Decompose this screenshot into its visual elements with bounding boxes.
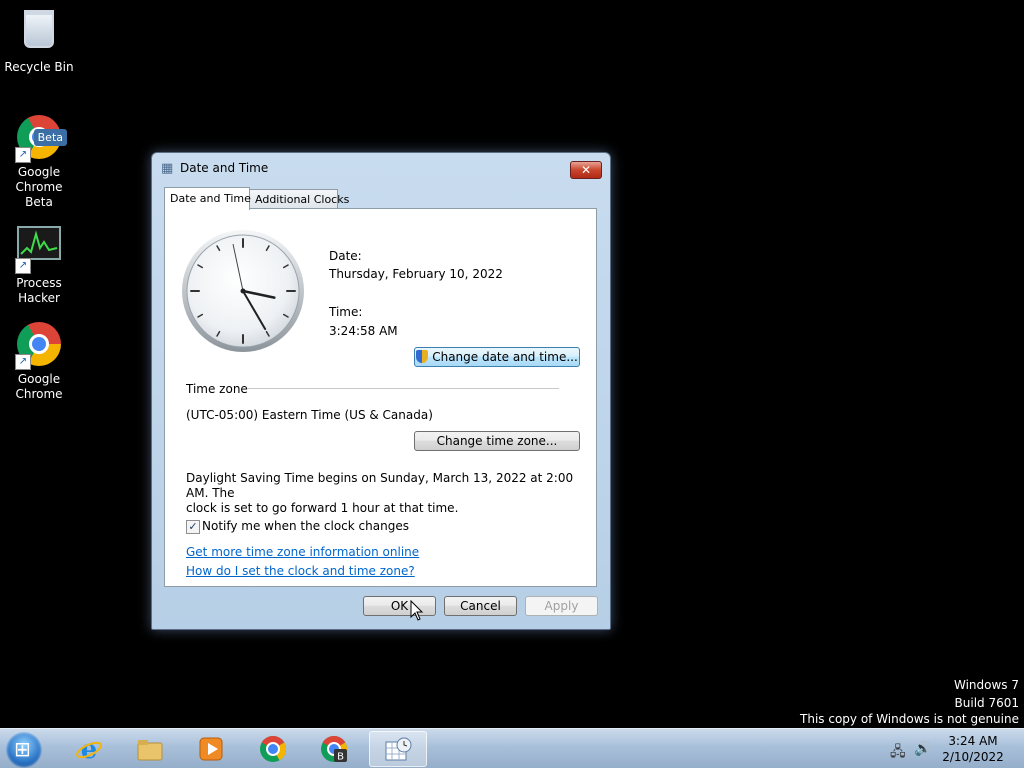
- date-and-time-dialog: ▦ Date and Time ✕ Date and Time Addition…: [151, 152, 611, 630]
- change-time-zone-button[interactable]: Change time zone...: [414, 431, 580, 451]
- shortcut-arrow-icon: ↗: [15, 147, 31, 163]
- link-how-to-set-clock[interactable]: How do I set the clock and time zone?: [186, 564, 415, 578]
- svg-text:e: e: [81, 735, 98, 763]
- calendar-clock-icon: ▦: [161, 161, 174, 176]
- close-button[interactable]: ✕: [570, 161, 602, 179]
- time-value: 3:24:58 AM: [329, 324, 398, 338]
- uac-shield-icon: [416, 350, 429, 363]
- desktop-icon-label: Recycle Bin: [4, 60, 74, 74]
- timezone-value: (UTC-05:00) Eastern Time (US & Canada): [186, 408, 433, 422]
- notify-checkbox[interactable]: ✓: [186, 520, 200, 534]
- taskbar-clock[interactable]: 3:24 AM 2/10/2022: [938, 733, 1008, 765]
- shortcut-arrow-icon: ↗: [15, 258, 31, 274]
- time-label: Time:: [329, 305, 363, 319]
- notify-label[interactable]: Notify me when the clock changes: [202, 519, 409, 533]
- watermark-line-1: Windows 7: [953, 678, 1019, 692]
- apply-button[interactable]: Apply: [525, 596, 598, 616]
- change-date-time-label: Change date and time...: [432, 350, 578, 364]
- mouse-cursor-icon: [410, 600, 424, 621]
- start-button[interactable]: [6, 732, 42, 768]
- chrome-icon: [260, 735, 287, 762]
- shortcut-arrow-icon: ↗: [15, 354, 31, 370]
- watermark-line-2: Build 7601: [954, 696, 1019, 710]
- media-player-icon: [199, 737, 223, 761]
- taskbar-google-chrome[interactable]: [245, 731, 303, 767]
- watermark-line-3: This copy of Windows is not genuine: [800, 712, 1019, 726]
- tab-panel: Date: Thursday, February 10, 2022 Time: …: [164, 208, 597, 587]
- volume-icon[interactable]: 🔊: [914, 741, 931, 757]
- close-icon: ✕: [580, 163, 592, 177]
- desktop-icon-process-hacker[interactable]: ↗ Process Hacker: [0, 220, 78, 306]
- change-date-time-button[interactable]: Change date and time...: [414, 347, 580, 367]
- desktop-icon-chrome[interactable]: ↗ Google Chrome: [0, 320, 78, 402]
- taskbar-internet-explorer[interactable]: e: [61, 731, 119, 767]
- beta-badge: Beta: [33, 129, 67, 146]
- recycle-bin-icon: [24, 10, 54, 48]
- network-icon[interactable]: 🖧: [890, 741, 906, 765]
- internet-explorer-icon: e: [76, 735, 102, 763]
- divider: [247, 388, 559, 389]
- link-more-timezone-info[interactable]: Get more time zone information online: [186, 545, 419, 559]
- cancel-button[interactable]: Cancel: [444, 596, 517, 616]
- date-value: Thursday, February 10, 2022: [329, 267, 503, 281]
- svg-text:B: B: [337, 752, 344, 763]
- chrome-beta-icon: B: [321, 735, 348, 763]
- desktop-icon-chrome-beta[interactable]: Beta ↗ Google Chrome Beta: [0, 113, 78, 210]
- taskbar-media-player[interactable]: [183, 731, 241, 767]
- taskbar-date-and-time[interactable]: [369, 731, 427, 767]
- tab-additional-clocks[interactable]: Additional Clocks: [249, 189, 349, 210]
- timezone-heading: Time zone: [186, 382, 248, 396]
- desktop-icon-label: Google Chrome Beta: [15, 165, 63, 209]
- folder-icon: [137, 740, 163, 761]
- taskbar-windows-explorer[interactable]: [122, 731, 180, 767]
- dst-message: Daylight Saving Time begins on Sunday, M…: [186, 471, 574, 515]
- tab-date-and-time[interactable]: Date and Time: [164, 187, 251, 210]
- taskbar-time: 3:24 AM: [948, 734, 998, 748]
- taskbar: e B: [0, 728, 1024, 768]
- ok-button[interactable]: OK: [363, 596, 436, 616]
- process-hacker-icon: [17, 226, 61, 260]
- desktop-icon-recycle-bin[interactable]: Recycle Bin: [0, 6, 78, 75]
- desktop-icon-label: Google Chrome: [15, 372, 63, 401]
- date-label: Date:: [329, 249, 362, 263]
- taskbar-chrome-beta[interactable]: B: [306, 731, 364, 767]
- title-bar[interactable]: ▦ Date and Time ✕: [152, 153, 610, 181]
- calendar-clock-icon: [385, 737, 412, 761]
- desktop-icon-label: Process Hacker: [16, 276, 62, 305]
- analog-clock: [182, 230, 304, 352]
- taskbar-date: 2/10/2022: [942, 750, 1004, 764]
- window-title: Date and Time: [180, 161, 269, 175]
